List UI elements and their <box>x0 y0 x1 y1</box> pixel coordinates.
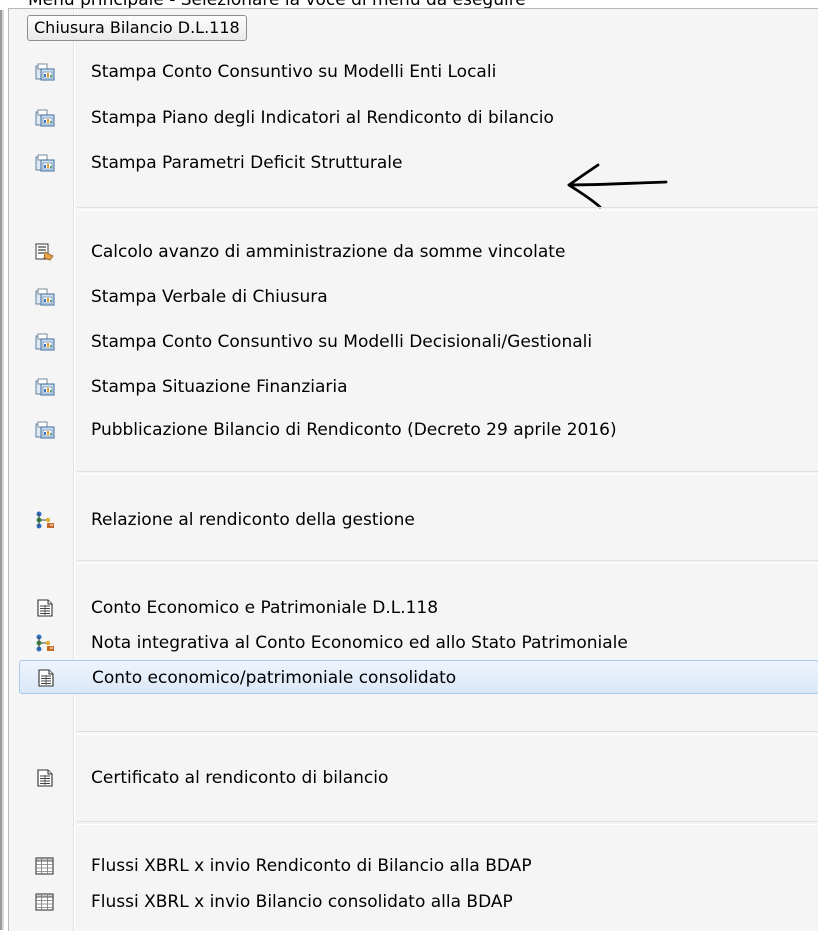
menu-item-conto-economico-patrimoniale[interactable]: Conto Economico e Patrimoniale D.L.118 <box>19 591 818 625</box>
menu-item-stampa-situazione-finanziaria[interactable]: Stampa Situazione Finanziaria <box>19 370 818 404</box>
print-report-icon <box>35 154 55 172</box>
menu-item-label: Relazione al rendiconto della gestione <box>91 510 415 530</box>
window-left-border <box>0 0 6 930</box>
menu-separator <box>77 731 818 735</box>
print-report-icon <box>35 109 55 127</box>
menu-item-label: Calcolo avanzo di amministrazione da som… <box>91 242 566 262</box>
menu-item-stampa-parametri-deficit[interactable]: Stampa Parametri Deficit Strutturale <box>19 146 818 180</box>
menu-item-stampa-piano-indicatori[interactable]: Stampa Piano degli Indicatori al Rendico… <box>19 101 818 135</box>
menu-item-label: Conto economico/patrimoniale consolidato <box>92 668 457 688</box>
document-icon <box>36 669 56 687</box>
menu-item-certificato-rendiconto[interactable]: Certificato al rendiconto di bilancio <box>19 761 818 795</box>
menu-item-relazione-rendiconto-gestione[interactable]: Relazione al rendiconto della gestione <box>19 503 818 537</box>
document-icon <box>35 769 55 787</box>
menu-item-stampa-verbale-chiusura[interactable]: Stampa Verbale di Chiusura <box>19 280 818 314</box>
grid-table-icon <box>35 893 55 911</box>
menu-item-label: Nota integrativa al Conto Economico ed a… <box>91 633 628 653</box>
workflow-icon <box>35 511 55 529</box>
menu-item-label: Stampa Situazione Finanziaria <box>91 377 348 397</box>
context-menu: Chiusura Bilancio D.L.118 Stampa Conto C… <box>8 8 818 931</box>
menu-item-flussi-xbrl-consolidato[interactable]: Flussi XBRL x invio Bilancio consolidato… <box>19 885 818 919</box>
print-report-icon <box>35 63 55 81</box>
menu-item-label: Pubblicazione Bilancio di Rendiconto (De… <box>91 420 617 440</box>
calculate-icon <box>35 243 55 261</box>
menu-item-nota-integrativa[interactable]: Nota integrativa al Conto Economico ed a… <box>19 626 818 660</box>
print-report-icon <box>35 378 55 396</box>
menu-item-label: Stampa Verbale di Chiusura <box>91 287 328 307</box>
menu-item-conto-economico-consolidato[interactable]: Conto economico/patrimoniale consolidato <box>19 660 818 694</box>
menu-item-pubblicazione-bilancio-rendiconto[interactable]: Pubblicazione Bilancio di Rendiconto (De… <box>19 413 818 447</box>
menu-separator <box>77 207 818 211</box>
menu-item-stampa-conto-consuntivo-enti-locali[interactable]: Stampa Conto Consuntivo su Modelli Enti … <box>19 55 818 89</box>
menu-header-chiusura-bilancio[interactable]: Chiusura Bilancio D.L.118 <box>27 15 247 41</box>
menu-item-label: Stampa Piano degli Indicatori al Rendico… <box>91 108 554 128</box>
menu-item-calcolo-avanzo[interactable]: Calcolo avanzo di amministrazione da som… <box>19 235 818 269</box>
menu-item-flussi-xbrl-rendiconto[interactable]: Flussi XBRL x invio Rendiconto di Bilanc… <box>19 849 818 883</box>
menu-item-stampa-conto-decisionali-gestionali[interactable]: Stampa Conto Consuntivo su Modelli Decis… <box>19 325 818 359</box>
menu-separator <box>77 471 818 475</box>
workflow-icon <box>35 634 55 652</box>
menu-item-label: Certificato al rendiconto di bilancio <box>91 768 389 788</box>
menu-item-label: Conto Economico e Patrimoniale D.L.118 <box>91 598 439 618</box>
menu-item-label: Flussi XBRL x invio Rendiconto di Bilanc… <box>91 856 532 876</box>
grid-table-icon <box>35 857 55 875</box>
document-icon <box>35 599 55 617</box>
print-report-icon <box>35 333 55 351</box>
print-report-icon <box>35 421 55 439</box>
hand-drawn-arrow-annotation <box>567 163 668 209</box>
menu-item-label: Flussi XBRL x invio Bilancio consolidato… <box>91 892 513 912</box>
menu-item-label: Stampa Parametri Deficit Strutturale <box>91 153 403 173</box>
menu-item-label: Stampa Conto Consuntivo su Modelli Enti … <box>91 62 497 82</box>
print-report-icon <box>35 288 55 306</box>
menu-item-label: Stampa Conto Consuntivo su Modelli Decis… <box>91 332 593 352</box>
menu-separator <box>77 821 818 825</box>
menu-separator <box>77 560 818 564</box>
